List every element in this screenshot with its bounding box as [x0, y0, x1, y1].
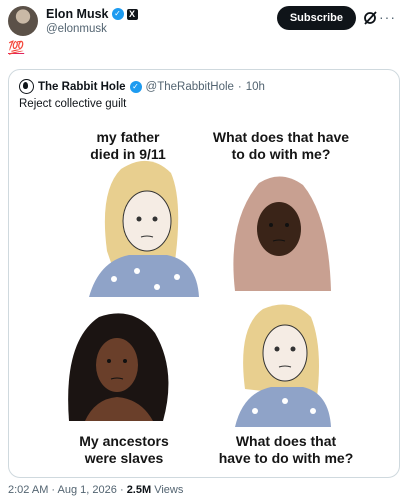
post-header: Elon Musk ✓ X @elonmusk Subscribe ···: [8, 6, 398, 40]
panel-3-figure: [68, 313, 169, 421]
post-text: 💯: [8, 40, 25, 55]
quoted-author-handle: @TheRabbitHole: [145, 80, 234, 93]
meme-illustration: [68, 160, 331, 427]
verified-badge-icon: ✓: [111, 8, 124, 20]
subscribe-button[interactable]: Subscribe: [276, 6, 356, 30]
panel-3-caption: My ancestors were slaves: [59, 433, 189, 467]
post-time[interactable]: 2:02 AM: [8, 484, 48, 496]
more-icon[interactable]: ···: [379, 9, 396, 25]
quoted-header: The Rabbit Hole ✓ @TheRabbitHole · 10h: [19, 79, 265, 94]
separator: ·: [51, 484, 56, 496]
x-logo-icon: X: [126, 8, 138, 20]
panel-2-figure: [233, 176, 331, 291]
caption-line: have to do with me?: [218, 450, 354, 466]
author-handle[interactable]: @elonmusk: [46, 23, 107, 35]
post-date[interactable]: Aug 1, 2026: [58, 484, 117, 496]
meme-image[interactable]: my father died in 9/11 What does that ha…: [59, 121, 363, 477]
caption-line: My ancestors: [79, 433, 169, 449]
caption-line: died in 9/11: [90, 146, 166, 162]
panel-1-caption: my father died in 9/11: [73, 129, 183, 163]
caption-line: my father: [96, 129, 160, 145]
views-count: 2.5M: [126, 484, 152, 496]
caption-line: were slaves: [84, 450, 164, 466]
separator: ·: [237, 80, 242, 93]
caption-line: to do with me?: [231, 146, 331, 162]
caption-line: What does that: [235, 433, 337, 449]
quoted-author-name: The Rabbit Hole: [38, 80, 126, 93]
separator: ·: [119, 484, 124, 496]
panel-4-caption: What does that have to do with me?: [209, 433, 363, 467]
caption-line: What does that have: [212, 129, 350, 145]
verified-badge-icon: ✓: [129, 80, 142, 93]
quoted-timestamp: 10h: [245, 80, 265, 93]
author-name[interactable]: Elon Musk: [46, 7, 109, 21]
author-name-row: Elon Musk ✓ X: [46, 7, 138, 21]
avatar[interactable]: [8, 6, 38, 36]
quoted-post[interactable]: The Rabbit Hole ✓ @TheRabbitHole · 10h R…: [8, 69, 400, 478]
quoted-avatar: [19, 79, 34, 94]
quoted-text: Reject collective guilt: [19, 98, 127, 110]
grok-icon[interactable]: [362, 10, 378, 26]
panel-4-figure: [235, 304, 331, 427]
panel-1-figure: [89, 160, 199, 297]
panel-2-caption: What does that have to do with me?: [199, 129, 363, 163]
post-footer: 2:02 AM · Aug 1, 2026 · 2.5M Views: [8, 484, 183, 496]
views-label: Views: [154, 484, 184, 496]
